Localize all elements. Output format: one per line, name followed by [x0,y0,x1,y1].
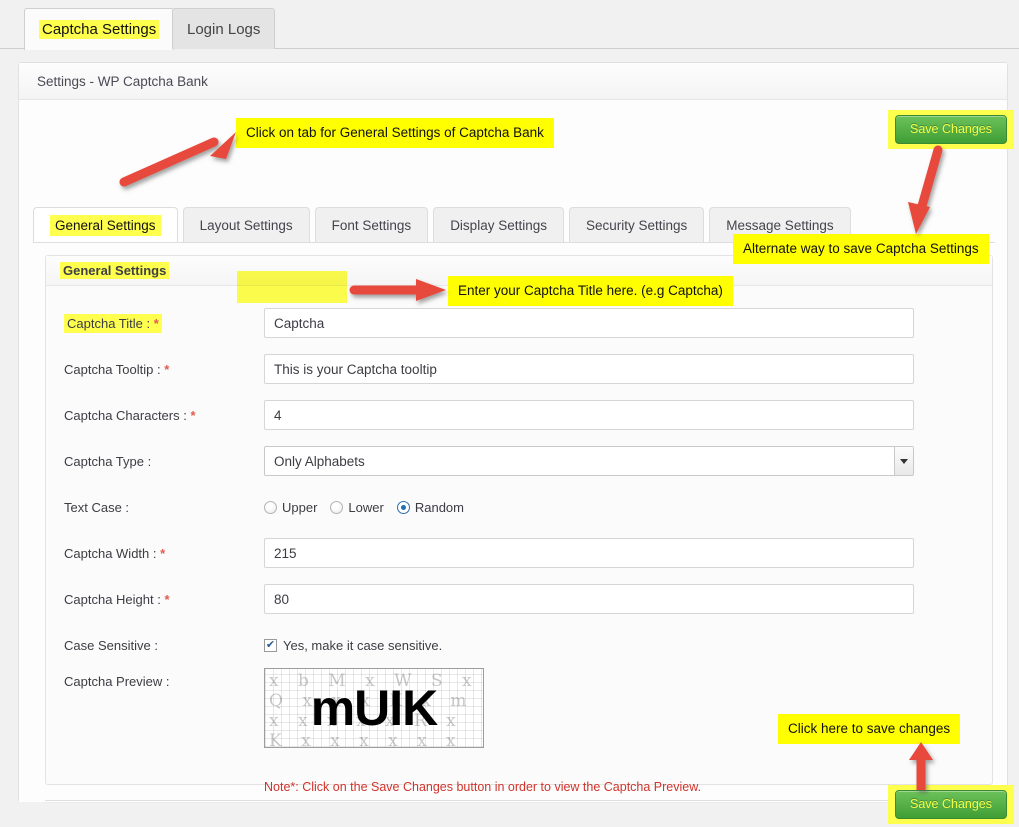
case-sensitive-control[interactable]: ✔ Yes, make it case sensitive. [264,638,442,653]
row-captcha-type: Captcha Type : Only Alphabets [46,438,992,484]
row-captcha-characters: Captcha Characters : * [46,392,992,438]
row-captcha-title: Captcha Title : * [46,300,992,346]
captcha-title-input[interactable] [264,308,914,338]
tab-font-settings[interactable]: Font Settings [315,207,429,243]
checkbox-case-sensitive[interactable]: ✔ [264,639,277,652]
radio-lower-label: Lower [348,500,383,515]
tab-login-logs-label: Login Logs [187,22,260,37]
general-settings-form: General Settings Captcha Title : * [45,255,993,785]
label-captcha-width: Captcha Width : * [64,546,264,561]
tab-general-settings-label: General Settings [50,215,161,236]
radio-upper-label: Upper [282,500,317,515]
tab-display-settings[interactable]: Display Settings [433,207,564,243]
tab-layout-settings[interactable]: Layout Settings [183,207,310,243]
checkbox-case-sensitive-label: Yes, make it case sensitive. [283,638,442,653]
tab-display-settings-label: Display Settings [450,218,547,233]
annotation-alternate-save: Alternate way to save Captcha Settings [733,234,989,264]
required-marker: * [164,592,169,607]
tab-message-settings-label: Message Settings [726,218,833,233]
save-changes-top-highlight: Save Changes [888,110,1014,149]
label-captcha-height-text: Captcha Height : [64,592,161,607]
text-case-radio-group: Upper Lower Random [264,500,472,515]
captcha-type-value: Only Alphabets [274,454,365,469]
row-case-sensitive: Case Sensitive : ✔ Yes, make it case sen… [46,622,992,668]
arrow-to-bottom-save-button [904,742,940,792]
label-captcha-width-text: Captcha Width : [64,546,157,561]
tab-login-logs[interactable]: Login Logs [172,8,275,49]
tab-security-settings-label: Security Settings [586,218,687,233]
radio-random[interactable] [397,501,410,514]
label-text-case: Text Case : [64,500,264,515]
annotation-tab-hint: Click on tab for General Settings of Cap… [236,118,554,148]
panel-header: Settings - WP Captcha Bank [19,63,1007,100]
tab-layout-settings-label: Layout Settings [200,218,293,233]
radio-random-label: Random [415,500,464,515]
tab-font-settings-label: Font Settings [332,218,412,233]
label-captcha-title: Captcha Title : * [64,316,264,331]
captcha-width-input[interactable] [264,538,914,568]
captcha-type-select[interactable]: Only Alphabets [264,446,914,476]
annotation-save-hint: Click here to save changes [778,714,960,744]
panel-body: General Settings Layout Settings Font Se… [19,100,1007,802]
label-captcha-preview-text: Captcha Preview : [64,674,170,689]
arrow-to-captcha-title-field [350,279,450,305]
required-marker: * [190,408,195,423]
captcha-characters-input[interactable] [264,400,914,430]
label-text-case-text: Text Case : [64,500,129,515]
captcha-height-input[interactable] [264,584,914,614]
captcha-preview-image: x b M x W S x Q x x x K x m x x x x x R … [264,668,484,748]
arrow-to-general-settings-tab [118,126,248,188]
label-captcha-height: Captcha Height : * [64,592,264,607]
row-text-case: Text Case : Upper Lower Random [46,484,992,530]
highlight-captcha-title-input [237,271,347,303]
row-captcha-height: Captcha Height : * [46,576,992,622]
label-captcha-type-text: Captcha Type : [64,454,151,469]
label-captcha-preview: Captcha Preview : [64,668,264,689]
footer-divider [45,800,993,803]
captcha-preview-note: Note*: Click on the Save Changes button … [264,780,992,794]
captcha-preview-text: mUIK [265,669,483,747]
required-marker: * [164,362,169,377]
label-captcha-characters: Captcha Characters : * [64,408,264,423]
row-captcha-width: Captcha Width : * [46,530,992,576]
label-case-sensitive: Case Sensitive : [64,638,264,653]
radio-lower[interactable] [330,501,343,514]
captcha-type-select-display: Only Alphabets [264,446,914,476]
label-captcha-type: Captcha Type : [64,454,264,469]
label-captcha-characters-text: Captcha Characters : [64,408,187,423]
save-changes-button-bottom[interactable]: Save Changes [895,790,1007,819]
screen: Captcha Settings Login Logs Settings - W… [0,0,1019,827]
tab-captcha-settings[interactable]: Captcha Settings [24,8,174,50]
page-title: Settings - WP Captcha Bank [37,74,208,89]
label-captcha-tooltip-text: Captcha Tooltip : [64,362,161,377]
required-marker: * [154,316,159,331]
arrow-to-alternate-save-note [896,146,952,238]
radio-upper[interactable] [264,501,277,514]
label-captcha-title-text: Captcha Title : [67,316,150,331]
row-captcha-tooltip: Captcha Tooltip : * [46,346,992,392]
label-case-sensitive-text: Case Sensitive : [64,638,158,653]
check-icon: ✔ [266,640,275,651]
tab-general-settings[interactable]: General Settings [33,207,178,243]
tab-security-settings[interactable]: Security Settings [569,207,704,243]
annotation-title-hint: Enter your Captcha Title here. (e.g Capt… [448,276,733,306]
wordpress-tab-bar: Captcha Settings Login Logs [0,0,1019,49]
save-changes-button-top[interactable]: Save Changes [895,115,1007,144]
form-section-title: General Settings [60,262,169,279]
required-marker: * [160,546,165,561]
settings-tabs: General Settings Layout Settings Font Se… [33,207,851,243]
tab-captcha-settings-label: Captcha Settings [39,20,159,39]
label-captcha-tooltip: Captcha Tooltip : * [64,362,264,377]
chevron-down-icon[interactable] [894,447,913,475]
captcha-tooltip-input[interactable] [264,354,914,384]
